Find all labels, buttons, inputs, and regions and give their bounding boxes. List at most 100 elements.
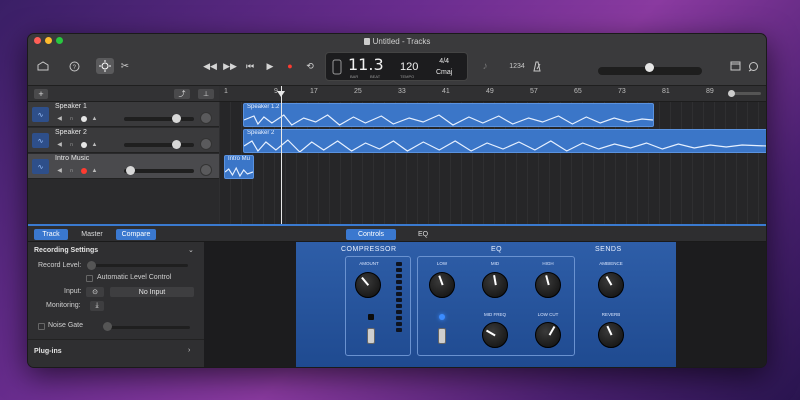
playhead-handle[interactable] (277, 91, 285, 97)
divider (28, 339, 204, 340)
add-track-button[interactable]: + (34, 89, 48, 99)
ruler-mark: 33 (398, 88, 406, 95)
tab-track[interactable]: Track (34, 229, 68, 240)
record-enable-button[interactable] (81, 142, 87, 148)
ambience-knob[interactable] (598, 272, 624, 298)
playhead[interactable] (281, 86, 282, 224)
track-name: Intro Music (55, 155, 90, 162)
audio-region-speaker-1-2[interactable]: Speaker 1.2 (243, 103, 654, 127)
input-select[interactable]: No Input (110, 287, 194, 297)
track-volume-slider[interactable] (124, 143, 194, 147)
audio-region-speaker-2[interactable]: Speaker 2 (243, 129, 766, 153)
noise-gate-knob[interactable] (103, 322, 112, 331)
waveform-icon: ∿ (32, 107, 49, 122)
master-volume-knob[interactable] (645, 63, 654, 72)
zoom-button[interactable] (56, 37, 63, 44)
headphones-icon[interactable]: ∩ (68, 115, 75, 122)
headphones-icon[interactable]: ∩ (68, 141, 75, 148)
pan-knob[interactable] (200, 138, 212, 150)
reverb-knob[interactable] (598, 322, 624, 348)
timeline[interactable]: Speaker 1.2 Speaker 2 Intro Mu (219, 102, 766, 224)
count-in-button[interactable]: 1234 (506, 58, 528, 74)
track-header-speaker-1[interactable]: ∿ Speaker 1 ◀ ∩ ▲ (28, 102, 219, 127)
cycle-button[interactable]: ⟲ (300, 58, 320, 74)
automation-button[interactable]: ⤴ (174, 89, 190, 99)
notepad-icon[interactable] (726, 58, 744, 74)
track-volume-slider[interactable] (124, 117, 194, 121)
bar-label: BAR (350, 74, 359, 79)
tab-controls[interactable]: Controls (346, 229, 396, 240)
help-icon[interactable]: ? (65, 58, 83, 74)
record-enable-button[interactable] (81, 116, 87, 122)
low-cut-knob[interactable] (535, 322, 561, 348)
ruler-mark: 25 (354, 88, 362, 95)
input-format-button[interactable]: ⊙ (86, 287, 104, 297)
waveform (244, 114, 653, 126)
record-level-knob[interactable] (87, 261, 96, 270)
mute-icon[interactable]: ◀ (56, 167, 63, 174)
auto-level-checkbox[interactable] (86, 275, 93, 282)
close-button[interactable] (34, 37, 41, 44)
lcd-display[interactable]: 11.3 BAR BEAT 120 TEMPO 4/4 Cmaj (325, 52, 468, 81)
noise-gate-label: Noise Gate (48, 322, 84, 329)
eq-toggle-switch[interactable] (438, 328, 446, 344)
chevron-right-icon[interactable]: › (188, 347, 190, 354)
record-button[interactable]: ● (280, 58, 300, 74)
mute-icon[interactable]: ◀ (56, 141, 63, 148)
timeline-ruler[interactable]: 1 9 17 25 33 41 49 57 65 73 81 89 (219, 86, 766, 102)
plugins-header[interactable]: Plug-ins (34, 348, 62, 355)
track-header-speaker-2[interactable]: ∿ Speaker 2 ◀ ∩ ▲ (28, 128, 219, 153)
record-level-slider[interactable] (88, 264, 188, 267)
zoom-slider[interactable] (731, 92, 761, 95)
amount-knob[interactable] (355, 272, 381, 298)
beat-label: BEAT (370, 74, 381, 79)
smart-controls-icon[interactable] (96, 58, 114, 74)
headphones-icon[interactable]: ∩ (68, 167, 75, 174)
input-monitor-icon[interactable]: ▲ (91, 141, 98, 148)
minimize-button[interactable] (45, 37, 52, 44)
go-to-beginning-button[interactable]: ⏮ (240, 58, 260, 74)
noise-gate-slider[interactable] (106, 326, 190, 329)
loops-icon[interactable] (744, 58, 762, 74)
input-monitor-icon[interactable]: ▲ (91, 167, 98, 174)
tuner-icon[interactable]: ♪ (476, 58, 494, 74)
mid-freq-knob[interactable] (482, 322, 508, 348)
zoom-knob[interactable] (728, 90, 735, 97)
eq-low-knob[interactable] (429, 272, 455, 298)
metronome-icon[interactable] (528, 58, 546, 74)
eq-mid-label: MID (490, 261, 500, 266)
low-cut-label: LOW CUT (537, 312, 559, 317)
track-volume-knob[interactable] (126, 166, 135, 175)
recording-settings-header[interactable]: Recording Settings (34, 247, 98, 254)
region-label: Speaker 1.2 (247, 104, 280, 110)
window-title-wrap: Untitled - Tracks (363, 36, 431, 46)
pan-knob[interactable] (200, 164, 212, 176)
noise-gate-checkbox[interactable] (38, 323, 45, 330)
input-monitor-icon[interactable]: ▲ (91, 115, 98, 122)
audio-region-intro-music[interactable]: Intro Mu (224, 155, 254, 179)
rewind-button[interactable]: ◀◀ (200, 58, 220, 74)
track-volume-knob[interactable] (172, 114, 181, 123)
chevron-down-icon[interactable]: ⌄ (188, 246, 194, 254)
flex-button[interactable]: ⊥ (198, 89, 214, 99)
compare-button[interactable]: Compare (116, 229, 156, 240)
tab-master[interactable]: Master (74, 229, 110, 240)
pan-knob[interactable] (200, 112, 212, 124)
eq-high-knob[interactable] (535, 272, 561, 298)
fast-forward-button[interactable]: ▶▶ (220, 58, 240, 74)
window-title: Untitled - Tracks (372, 36, 431, 46)
track-header-bar: + ⤴ ⊥ (28, 86, 219, 102)
tab-eq[interactable]: EQ (398, 229, 448, 240)
library-icon[interactable] (34, 58, 52, 74)
smart-controls-tabs: Track Master Compare Controls EQ (28, 226, 766, 242)
compressor-toggle-switch[interactable] (367, 328, 375, 344)
eq-mid-knob[interactable] (482, 272, 508, 298)
record-enable-button[interactable] (81, 168, 87, 174)
mute-icon[interactable]: ◀ (56, 115, 63, 122)
key-signature: Cmaj (436, 69, 453, 76)
play-button[interactable]: ▶ (260, 58, 280, 74)
editors-icon[interactable]: ✂ (116, 58, 134, 74)
track-volume-knob[interactable] (172, 140, 181, 149)
track-header-intro-music[interactable]: ∿ Intro Music ◀ ∩ ▲ (28, 154, 219, 179)
monitoring-button[interactable]: ⤓ (90, 301, 104, 311)
